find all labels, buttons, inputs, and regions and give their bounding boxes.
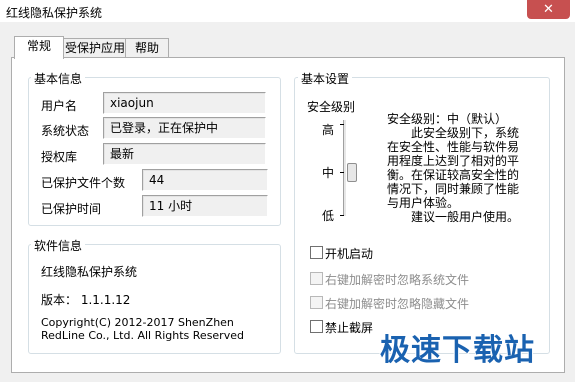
software-info-title: 软件信息 bbox=[31, 237, 86, 254]
startup-checkbox-label[interactable]: 开机启动 bbox=[325, 245, 373, 262]
tab-label: 常规 bbox=[26, 39, 51, 53]
slider-tick bbox=[340, 124, 344, 125]
basic-settings-title: 基本设置 bbox=[298, 70, 353, 87]
close-button[interactable]: ✕ bbox=[527, 0, 570, 19]
ignore-hidden-files-checkbox[interactable] bbox=[310, 296, 323, 309]
protected-time-field: 11 小时 bbox=[142, 195, 268, 217]
system-status-field: 已登录，正在保护中 bbox=[103, 117, 266, 139]
username-field: xiaojun bbox=[103, 92, 266, 114]
tab-protected-apps[interactable]: 受保护应用 bbox=[63, 38, 127, 58]
level-high-label: 高 bbox=[322, 123, 335, 137]
ignore-system-files-label[interactable]: 右键加解密时忽略系统文件 bbox=[325, 271, 469, 288]
ignore-hidden-files-label[interactable]: 右键加解密时忽略隐藏文件 bbox=[325, 295, 469, 312]
software-name: 红线隐私保护系统 bbox=[41, 265, 138, 279]
license-db-field: 最新 bbox=[103, 143, 266, 165]
system-status-label: 系统状态 bbox=[41, 124, 90, 138]
username-label: 用户名 bbox=[41, 99, 78, 113]
level-low-label: 低 bbox=[322, 209, 335, 223]
startup-checkbox[interactable] bbox=[310, 246, 323, 259]
protected-files-label: 已保护文件个数 bbox=[41, 176, 126, 190]
slider-tick bbox=[340, 215, 344, 216]
title-bar: 红线隐私保护系统 ✕ bbox=[0, 0, 575, 23]
window-title: 红线隐私保护系统 bbox=[6, 6, 103, 20]
license-db-label: 授权库 bbox=[41, 150, 78, 164]
protected-time-label: 已保护时间 bbox=[41, 202, 102, 216]
slider-tick bbox=[340, 172, 344, 173]
system-status-value: 已登录，正在保护中 bbox=[110, 121, 219, 135]
disable-screenshot-label[interactable]: 禁止截屏 bbox=[325, 319, 373, 336]
software-version: 版本： 1.1.1.12 bbox=[41, 293, 131, 307]
tab-general[interactable]: 常规 bbox=[14, 36, 64, 59]
username-value: xiaojun bbox=[110, 96, 154, 110]
close-icon: ✕ bbox=[543, 2, 554, 17]
license-db-value: 最新 bbox=[110, 147, 135, 161]
security-level-description: 安全级别：中（默认） 此安全级别下，系统在安全性、性能与软件易用程度上达到了相对… bbox=[387, 112, 520, 224]
tab-label: 帮助 bbox=[134, 41, 159, 55]
protected-files-value: 44 bbox=[149, 173, 165, 187]
security-level-label: 安全级别 bbox=[307, 100, 356, 114]
software-copyright: Copyright(C) 2012-2017 ShenZhen RedLine … bbox=[41, 316, 244, 342]
disable-screenshot-checkbox[interactable] bbox=[310, 320, 323, 333]
security-level-slider-thumb[interactable] bbox=[347, 163, 357, 182]
basic-info-title: 基本信息 bbox=[31, 70, 86, 87]
protected-files-field: 44 bbox=[142, 169, 268, 191]
level-mid-label: 中 bbox=[322, 166, 335, 180]
ignore-system-files-checkbox[interactable] bbox=[310, 272, 323, 285]
download-site-watermark: 极速下载站 bbox=[380, 333, 535, 368]
tab-help[interactable]: 帮助 bbox=[125, 38, 169, 58]
tab-label: 受保护应用 bbox=[64, 41, 125, 55]
protected-time-value: 11 小时 bbox=[149, 199, 193, 213]
